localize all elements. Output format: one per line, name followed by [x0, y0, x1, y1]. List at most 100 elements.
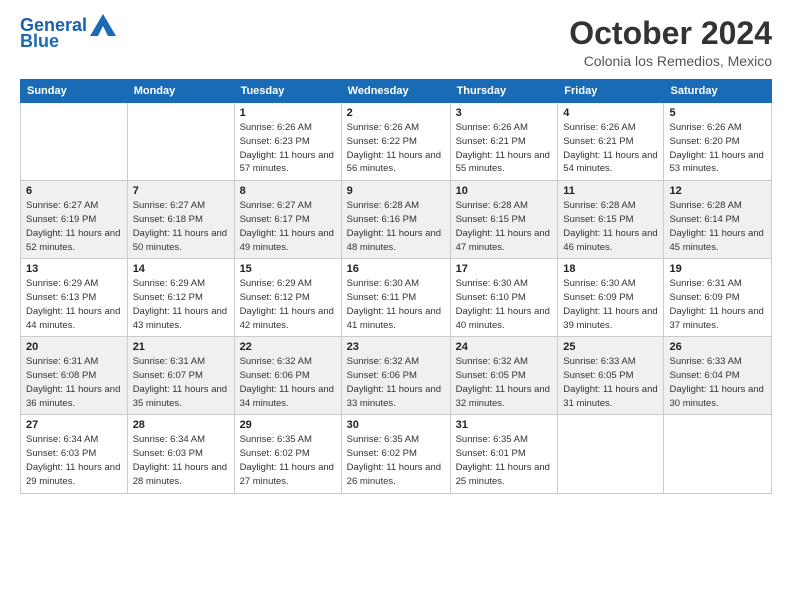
- day-number: 22: [240, 341, 336, 353]
- calendar-cell: 25 Sunrise: 6:33 AM Sunset: 6:05 PM Dayli…: [558, 337, 664, 415]
- calendar-cell: 20Sunrise: 6:31 AM Sunset: 6:08 PM Dayli…: [21, 337, 128, 415]
- location: Colonia los Remedios, Mexico: [569, 53, 772, 69]
- page: General Blue October 2024 Colonia los Re…: [0, 0, 792, 612]
- day-info: Sunrise: 6:30 AM Sunset: 6:09 PM Dayligh…: [563, 277, 658, 332]
- day-number: 25: [563, 341, 658, 353]
- day-info: Sunrise: 6:28 AM Sunset: 6:16 PM Dayligh…: [347, 199, 445, 254]
- calendar-cell: 22 Sunrise: 6:32 AM Sunset: 6:06 PM Dayli…: [234, 337, 341, 415]
- day-number: 5: [669, 107, 766, 119]
- day-number: 14: [133, 263, 229, 275]
- day-number: 26: [669, 341, 766, 353]
- day-info: Sunrise: 6:35 AM Sunset: 6:02 PM Dayligh…: [347, 433, 445, 488]
- calendar-cell: 12 Sunrise: 6:28 AM Sunset: 6:14 PM Dayli…: [664, 181, 772, 259]
- day-number: 23: [347, 341, 445, 353]
- day-number: 27: [26, 419, 122, 431]
- day-number: 13: [26, 263, 122, 275]
- day-number: 11: [563, 185, 658, 197]
- day-number: 10: [456, 185, 553, 197]
- day-info: Sunrise: 6:26 AM Sunset: 6:21 PM Dayligh…: [456, 121, 553, 176]
- calendar-row: 27Sunrise: 6:34 AM Sunset: 6:03 PM Dayli…: [21, 415, 772, 493]
- day-info: Sunrise: 6:30 AM Sunset: 6:11 PM Dayligh…: [347, 277, 445, 332]
- calendar-cell: [21, 103, 128, 181]
- calendar-row: 1 Sunrise: 6:26 AM Sunset: 6:23 PM Daylig…: [21, 103, 772, 181]
- header-cell: Saturday: [664, 80, 772, 103]
- calendar-cell: 28Sunrise: 6:34 AM Sunset: 6:03 PM Dayli…: [127, 415, 234, 493]
- day-info: Sunrise: 6:28 AM Sunset: 6:15 PM Dayligh…: [563, 199, 658, 254]
- calendar-cell: 5 Sunrise: 6:26 AM Sunset: 6:20 PM Daylig…: [664, 103, 772, 181]
- calendar-cell: 1 Sunrise: 6:26 AM Sunset: 6:23 PM Daylig…: [234, 103, 341, 181]
- calendar-cell: [664, 415, 772, 493]
- day-number: 9: [347, 185, 445, 197]
- header-cell: Wednesday: [341, 80, 450, 103]
- day-number: 12: [669, 185, 766, 197]
- calendar-cell: 2 Sunrise: 6:26 AM Sunset: 6:22 PM Daylig…: [341, 103, 450, 181]
- day-number: 31: [456, 419, 553, 431]
- calendar-cell: 3Sunrise: 6:26 AM Sunset: 6:21 PM Daylig…: [450, 103, 558, 181]
- logo-text-line2: Blue: [20, 32, 59, 52]
- calendar-row: 20Sunrise: 6:31 AM Sunset: 6:08 PM Dayli…: [21, 337, 772, 415]
- day-info: Sunrise: 6:32 AM Sunset: 6:06 PM Dayligh…: [347, 355, 445, 410]
- calendar-cell: 7 Sunrise: 6:27 AM Sunset: 6:18 PM Daylig…: [127, 181, 234, 259]
- day-info: Sunrise: 6:29 AM Sunset: 6:12 PM Dayligh…: [240, 277, 336, 332]
- calendar-cell: 17Sunrise: 6:30 AM Sunset: 6:10 PM Dayli…: [450, 259, 558, 337]
- day-number: 28: [133, 419, 229, 431]
- calendar-cell: 27Sunrise: 6:34 AM Sunset: 6:03 PM Dayli…: [21, 415, 128, 493]
- day-info: Sunrise: 6:32 AM Sunset: 6:06 PM Dayligh…: [240, 355, 336, 410]
- day-number: 1: [240, 107, 336, 119]
- day-info: Sunrise: 6:26 AM Sunset: 6:22 PM Dayligh…: [347, 121, 445, 176]
- day-number: 18: [563, 263, 658, 275]
- header-cell: Friday: [558, 80, 664, 103]
- calendar-cell: 16 Sunrise: 6:30 AM Sunset: 6:11 PM Dayli…: [341, 259, 450, 337]
- day-info: Sunrise: 6:32 AM Sunset: 6:05 PM Dayligh…: [456, 355, 553, 410]
- calendar-cell: 18 Sunrise: 6:30 AM Sunset: 6:09 PM Dayli…: [558, 259, 664, 337]
- day-info: Sunrise: 6:29 AM Sunset: 6:13 PM Dayligh…: [26, 277, 122, 332]
- day-info: Sunrise: 6:35 AM Sunset: 6:02 PM Dayligh…: [240, 433, 336, 488]
- day-number: 16: [347, 263, 445, 275]
- day-number: 6: [26, 185, 122, 197]
- day-info: Sunrise: 6:35 AM Sunset: 6:01 PM Dayligh…: [456, 433, 553, 488]
- day-info: Sunrise: 6:28 AM Sunset: 6:14 PM Dayligh…: [669, 199, 766, 254]
- calendar-cell: 19 Sunrise: 6:31 AM Sunset: 6:09 PM Dayli…: [664, 259, 772, 337]
- calendar-cell: 29 Sunrise: 6:35 AM Sunset: 6:02 PM Dayli…: [234, 415, 341, 493]
- logo-icon: [90, 14, 116, 36]
- day-info: Sunrise: 6:26 AM Sunset: 6:23 PM Dayligh…: [240, 121, 336, 176]
- day-info: Sunrise: 6:33 AM Sunset: 6:04 PM Dayligh…: [669, 355, 766, 410]
- day-number: 19: [669, 263, 766, 275]
- day-info: Sunrise: 6:33 AM Sunset: 6:05 PM Dayligh…: [563, 355, 658, 410]
- calendar-cell: 23 Sunrise: 6:32 AM Sunset: 6:06 PM Dayli…: [341, 337, 450, 415]
- calendar-cell: 30 Sunrise: 6:35 AM Sunset: 6:02 PM Dayli…: [341, 415, 450, 493]
- day-number: 24: [456, 341, 553, 353]
- day-info: Sunrise: 6:30 AM Sunset: 6:10 PM Dayligh…: [456, 277, 553, 332]
- day-number: 30: [347, 419, 445, 431]
- calendar-row: 6 Sunrise: 6:27 AM Sunset: 6:19 PM Daylig…: [21, 181, 772, 259]
- day-info: Sunrise: 6:29 AM Sunset: 6:12 PM Dayligh…: [133, 277, 229, 332]
- day-info: Sunrise: 6:31 AM Sunset: 6:08 PM Dayligh…: [26, 355, 122, 410]
- header-cell: Monday: [127, 80, 234, 103]
- header: General Blue October 2024 Colonia los Re…: [20, 16, 772, 69]
- header-cell: Tuesday: [234, 80, 341, 103]
- day-number: 7: [133, 185, 229, 197]
- calendar-cell: 13 Sunrise: 6:29 AM Sunset: 6:13 PM Dayli…: [21, 259, 128, 337]
- header-row: SundayMondayTuesdayWednesdayThursdayFrid…: [21, 80, 772, 103]
- calendar-cell: 8Sunrise: 6:27 AM Sunset: 6:17 PM Daylig…: [234, 181, 341, 259]
- calendar-cell: [127, 103, 234, 181]
- day-info: Sunrise: 6:31 AM Sunset: 6:09 PM Dayligh…: [669, 277, 766, 332]
- day-number: 4: [563, 107, 658, 119]
- day-number: 2: [347, 107, 445, 119]
- header-cell: Sunday: [21, 80, 128, 103]
- calendar-cell: 24 Sunrise: 6:32 AM Sunset: 6:05 PM Dayli…: [450, 337, 558, 415]
- day-info: Sunrise: 6:27 AM Sunset: 6:18 PM Dayligh…: [133, 199, 229, 254]
- calendar-cell: 14 Sunrise: 6:29 AM Sunset: 6:12 PM Dayli…: [127, 259, 234, 337]
- calendar: SundayMondayTuesdayWednesdayThursdayFrid…: [20, 79, 772, 493]
- day-info: Sunrise: 6:26 AM Sunset: 6:20 PM Dayligh…: [669, 121, 766, 176]
- calendar-cell: 26 Sunrise: 6:33 AM Sunset: 6:04 PM Dayli…: [664, 337, 772, 415]
- calendar-cell: 21Sunrise: 6:31 AM Sunset: 6:07 PM Dayli…: [127, 337, 234, 415]
- day-number: 15: [240, 263, 336, 275]
- calendar-row: 13 Sunrise: 6:29 AM Sunset: 6:13 PM Dayli…: [21, 259, 772, 337]
- calendar-cell: 11 Sunrise: 6:28 AM Sunset: 6:15 PM Dayli…: [558, 181, 664, 259]
- day-number: 29: [240, 419, 336, 431]
- day-info: Sunrise: 6:27 AM Sunset: 6:17 PM Dayligh…: [240, 199, 336, 254]
- calendar-cell: 4Sunrise: 6:26 AM Sunset: 6:21 PM Daylig…: [558, 103, 664, 181]
- day-info: Sunrise: 6:27 AM Sunset: 6:19 PM Dayligh…: [26, 199, 122, 254]
- calendar-cell: 10Sunrise: 6:28 AM Sunset: 6:15 PM Dayli…: [450, 181, 558, 259]
